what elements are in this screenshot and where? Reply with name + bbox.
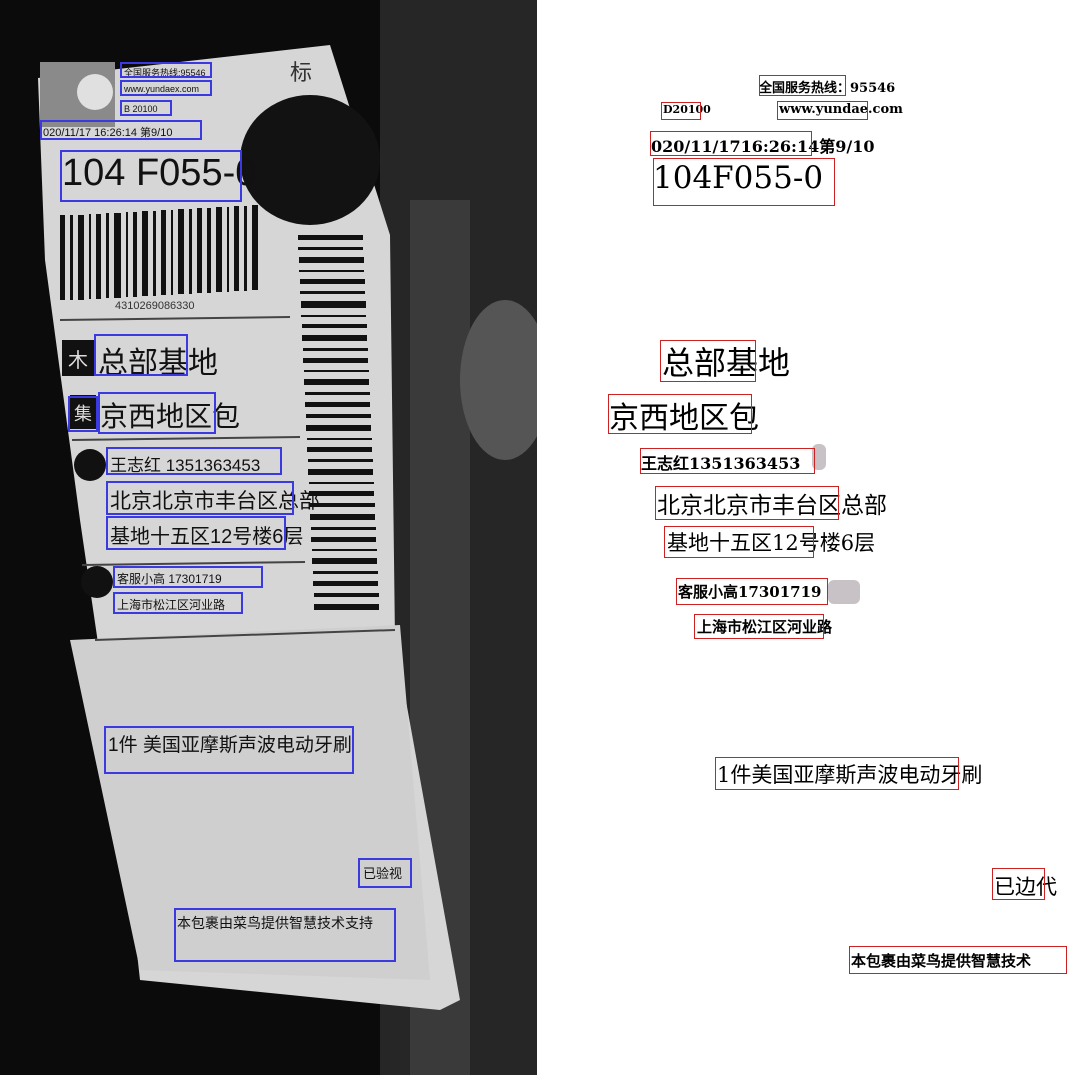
render-box-hub: [660, 340, 756, 382]
photo-badge-1: 木: [68, 350, 88, 372]
photo-barcode-number: 4310269086330: [115, 300, 195, 312]
photo-box-datetime: [40, 120, 202, 140]
label-photo: 全国服务热线:95546 www.yundaex.com B 20100 020…: [0, 0, 537, 1075]
photo-box-code: [120, 100, 172, 116]
photo-box-website: [120, 80, 212, 96]
ocr-render-panel: 全国服务热线：95546 D20100 www.yundae.com 020/1…: [537, 0, 1073, 1075]
render-box-destination: [608, 394, 752, 434]
photo-box-sender: [113, 566, 263, 588]
photo-box-badge-2: [68, 396, 98, 432]
photo-box-address-line2: [106, 516, 286, 550]
photo-box-destination: [98, 392, 216, 434]
render-box-footer: [849, 946, 1067, 974]
render-box-hotline: [759, 75, 846, 96]
photo-box-route-code: [60, 150, 242, 202]
render-box-address-line2: [664, 526, 814, 558]
render-box-website: [777, 101, 868, 120]
render-box-verified: [992, 868, 1045, 900]
photo-box-hub: [94, 334, 188, 376]
photo-side-label: 标: [290, 60, 313, 85]
photo-box-recipient: [106, 447, 282, 475]
photo-box-verified: [358, 858, 412, 888]
render-box-route-code: [653, 158, 835, 206]
render-box-datetime: [650, 131, 812, 156]
render-redaction-2: [828, 580, 860, 604]
render-box-code: [661, 102, 701, 120]
photo-box-footer: [174, 908, 396, 962]
photo-box-sender-address: [113, 592, 243, 614]
render-box-sender: [676, 578, 828, 605]
photo-box-hotline: [120, 62, 212, 78]
photo-box-item: [104, 726, 354, 774]
render-box-recipient: [640, 448, 815, 474]
render-box-address-line1: [655, 486, 839, 520]
render-box-item: [715, 757, 959, 790]
render-box-sender-address: [694, 614, 824, 639]
photo-box-address-line1: [106, 481, 294, 515]
